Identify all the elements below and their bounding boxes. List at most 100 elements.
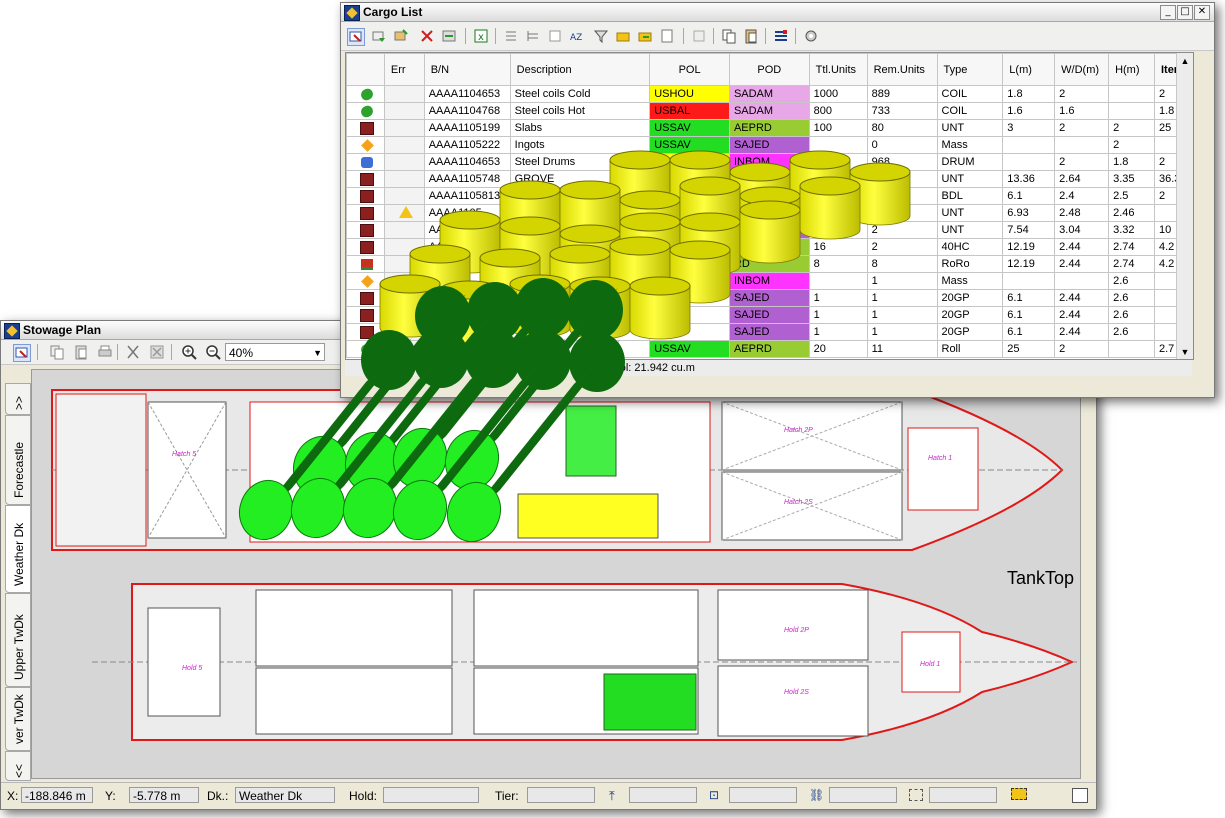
cell-h[interactable]: 2.74 bbox=[1108, 238, 1155, 256]
cargo-type-cell[interactable] bbox=[346, 238, 385, 256]
col-description-header[interactable]: Description bbox=[509, 53, 651, 86]
folder-arrow-icon[interactable] bbox=[615, 28, 631, 44]
cell-h[interactable]: 3.35 bbox=[1108, 170, 1155, 188]
cell-h[interactable]: 2.74 bbox=[1108, 255, 1155, 273]
cell-h[interactable]: 2.6 bbox=[1108, 306, 1155, 324]
cell-ttl[interactable]: 125 bbox=[808, 187, 868, 205]
cell-pol[interactable] bbox=[649, 221, 730, 239]
cargo-type-cell[interactable] bbox=[346, 306, 385, 324]
cargo-type-cell[interactable] bbox=[346, 136, 385, 154]
cell-pol[interactable]: USSAV bbox=[649, 119, 730, 137]
cell-bn[interactable]: AAAA11 bbox=[423, 221, 511, 239]
col-height-header[interactable]: H(m) bbox=[1108, 53, 1155, 86]
col-length-header[interactable]: L(m) bbox=[1002, 53, 1056, 86]
cell-type[interactable]: RoRo bbox=[936, 255, 1004, 273]
cell-type[interactable]: 40HC bbox=[936, 238, 1004, 256]
cargo-type-cell[interactable] bbox=[346, 340, 385, 358]
cell-desc[interactable]: E JOISTS bbox=[509, 340, 651, 358]
cell-w[interactable]: 2 bbox=[1054, 85, 1110, 103]
cell-type[interactable]: 20GP bbox=[936, 289, 1004, 307]
col-err-header[interactable]: Err bbox=[383, 53, 425, 86]
cell-w[interactable]: 2.48 bbox=[1054, 204, 1110, 222]
cell-l[interactable]: 6.1 bbox=[1002, 323, 1056, 341]
cell-pol[interactable]: USSAV bbox=[649, 340, 730, 358]
cell-pod[interactable] bbox=[728, 187, 810, 205]
col-width-header[interactable]: W/D(m) bbox=[1054, 53, 1110, 86]
cell-pol[interactable]: USHOU bbox=[649, 85, 730, 103]
scroll-down-arrow-icon[interactable]: ▼ bbox=[1177, 347, 1193, 357]
cell-h[interactable]: 1.8 bbox=[1108, 153, 1155, 171]
cell-pol[interactable]: USSAV bbox=[649, 136, 730, 154]
cell-l[interactable]: 6.1 bbox=[1002, 289, 1056, 307]
cell-ttl[interactable]: 1000 bbox=[808, 85, 868, 103]
copy-icon[interactable] bbox=[49, 344, 65, 360]
cargo-type-cell[interactable] bbox=[346, 323, 385, 341]
cell-l[interactable]: 12.19 bbox=[1002, 238, 1056, 256]
cell-pod[interactable]: SADAM bbox=[728, 102, 810, 120]
table-row[interactable]: AA D 16 2 40HC 12.19 2.44 2.74 4.2 bbox=[346, 238, 1193, 256]
cargo-vertical-scrollbar[interactable]: ▲ ▼ bbox=[1176, 53, 1193, 359]
table-row[interactable]: SAJED 1 1 20GP 6.1 2.44 2.6 bbox=[346, 323, 1193, 341]
cell-l[interactable]: 6.1 bbox=[1002, 187, 1056, 205]
col-rem-units-header[interactable]: Rem.Units bbox=[866, 53, 938, 86]
cell-rem[interactable]: 80 bbox=[866, 119, 938, 137]
error-cell[interactable] bbox=[383, 187, 425, 205]
cell-pod[interactable] bbox=[728, 204, 810, 222]
cell-type[interactable]: Mass bbox=[936, 136, 1004, 154]
cell-pod[interactable]: SAJED bbox=[728, 289, 810, 307]
col-icon-header[interactable] bbox=[346, 53, 385, 86]
error-cell[interactable] bbox=[383, 272, 425, 290]
cell-ttl[interactable]: 16 bbox=[808, 238, 868, 256]
cell-w[interactable] bbox=[1054, 272, 1110, 290]
cell-bn[interactable] bbox=[423, 306, 511, 324]
load-cargo-icon[interactable] bbox=[371, 28, 387, 44]
cell-h[interactable]: 3.32 bbox=[1108, 221, 1155, 239]
cell-rem[interactable]: 1 bbox=[866, 306, 938, 324]
cell-l[interactable]: 25 bbox=[1002, 340, 1056, 358]
cell-ttl[interactable]: 20 bbox=[808, 340, 868, 358]
cell-w[interactable]: 2.44 bbox=[1054, 306, 1110, 324]
copy-icon[interactable] bbox=[721, 28, 737, 44]
cell-desc[interactable] bbox=[509, 289, 651, 307]
select-tool-icon[interactable] bbox=[347, 28, 365, 46]
error-cell[interactable] bbox=[383, 340, 425, 358]
cell-w[interactable]: 3.04 bbox=[1054, 221, 1110, 239]
cell-type[interactable]: UNT bbox=[936, 170, 1004, 188]
table-row[interactable]: RD 8 8 RoRo 12.19 2.44 2.74 4.2 bbox=[346, 255, 1193, 273]
settings-icon[interactable] bbox=[691, 28, 707, 44]
cell-desc[interactable]: Slabs bbox=[509, 119, 651, 137]
cell-bn[interactable] bbox=[423, 340, 511, 358]
cell-w[interactable]: 2 bbox=[1054, 119, 1110, 137]
cargo-type-cell[interactable] bbox=[346, 102, 385, 120]
cell-rem[interactable]: 11 bbox=[866, 340, 938, 358]
cell-desc[interactable] bbox=[509, 255, 651, 273]
cell-l[interactable] bbox=[1002, 136, 1056, 154]
cell-type[interactable]: UNT bbox=[936, 204, 1004, 222]
cell-bn[interactable] bbox=[423, 272, 511, 290]
cell-type[interactable]: DRUM bbox=[936, 153, 1004, 171]
cell-l[interactable] bbox=[1002, 153, 1056, 171]
cell-h[interactable]: 2 bbox=[1108, 136, 1155, 154]
cell-rem[interactable]: 1 bbox=[866, 272, 938, 290]
cell-rem[interactable]: 2 bbox=[866, 221, 938, 239]
cell-desc[interactable] bbox=[509, 323, 651, 341]
paste-icon[interactable] bbox=[743, 28, 759, 44]
stow-cargo-icon[interactable] bbox=[393, 28, 409, 44]
cell-h[interactable] bbox=[1108, 340, 1155, 358]
cell-type[interactable]: 20GP bbox=[936, 323, 1004, 341]
col-bn-header[interactable]: B/N bbox=[423, 53, 511, 86]
cell-rem[interactable]: 968 bbox=[866, 153, 938, 171]
error-cell[interactable] bbox=[383, 204, 425, 222]
cell-pod[interactable]: SAJED bbox=[728, 306, 810, 324]
cell-l[interactable]: 7.54 bbox=[1002, 221, 1056, 239]
cell-l[interactable]: 13.36 bbox=[1002, 170, 1056, 188]
cargo-horizontal-scrollbar[interactable]: Vol: 21.942 cu.m bbox=[345, 360, 1192, 376]
panel-icon[interactable] bbox=[1072, 788, 1088, 803]
cell-h[interactable]: 2.6 bbox=[1108, 272, 1155, 290]
paste-icon[interactable] bbox=[73, 344, 89, 360]
cell-ttl[interactable]: 1 bbox=[808, 306, 868, 324]
error-cell[interactable] bbox=[383, 306, 425, 324]
list-view-icon[interactable] bbox=[503, 28, 519, 44]
cell-ttl[interactable]: 2 bbox=[808, 221, 868, 239]
table-row[interactable]: E JOISTS USSAV AEPRD 20 11 Roll 25 2 2.7 bbox=[346, 340, 1193, 358]
